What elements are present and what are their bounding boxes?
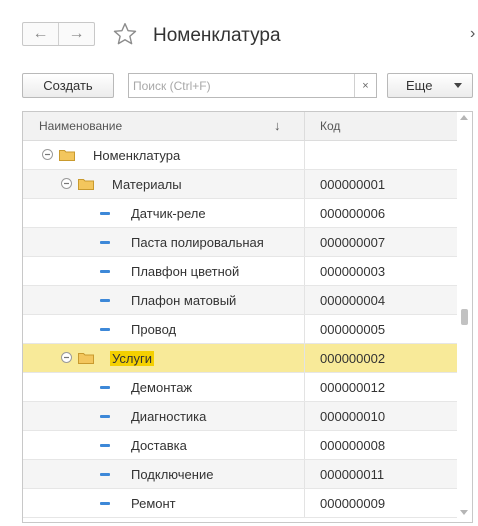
caret-down-icon	[454, 83, 462, 88]
column-divider	[304, 199, 305, 227]
arrow-left-icon: ←	[32, 25, 49, 42]
folder-icon	[78, 179, 94, 190]
item-icon	[100, 502, 110, 505]
more-actions-label: Еще	[406, 78, 433, 93]
close-icon: ×	[362, 79, 369, 92]
row-name: Подключение	[131, 467, 214, 482]
column-header-name[interactable]: Наименование	[39, 119, 122, 133]
item-icon	[100, 415, 110, 418]
folder-icon	[59, 150, 75, 161]
create-button[interactable]: Создать	[22, 73, 114, 98]
row-name: Демонтаж	[131, 380, 193, 395]
row-name: Датчик-реле	[131, 206, 206, 221]
table-row[interactable]: Провод 000000005	[23, 315, 457, 344]
item-icon	[100, 241, 110, 244]
row-code: 000000003	[320, 264, 386, 279]
collapse-icon[interactable]	[60, 177, 73, 190]
item-icon	[100, 270, 110, 273]
row-code: 000000011	[320, 467, 385, 482]
row-code: 000000006	[320, 206, 386, 221]
search-input[interactable]	[129, 74, 359, 97]
column-divider	[304, 141, 305, 169]
forward-button[interactable]: →	[58, 23, 94, 45]
column-divider	[304, 257, 305, 285]
column-divider	[304, 315, 305, 343]
collapse-icon[interactable]	[60, 351, 73, 364]
table-row[interactable]: Демонтаж 000000012	[23, 373, 457, 402]
row-code: 000000012	[320, 380, 386, 395]
row-name: Паста полировальная	[131, 235, 264, 250]
column-divider	[304, 286, 305, 314]
table-row[interactable]: Доставка 000000008	[23, 431, 457, 460]
table-row[interactable]: Диагностика 000000010	[23, 402, 457, 431]
row-name: Услуги	[110, 351, 154, 366]
table-row[interactable]: Паста полировальная 000000007	[23, 228, 457, 257]
column-header-code[interactable]: Код	[320, 119, 340, 133]
column-divider	[304, 373, 305, 401]
row-name: Доставка	[131, 438, 187, 453]
item-icon	[100, 212, 110, 215]
row-code: 000000010	[320, 409, 386, 424]
row-name: Плавфон цветной	[131, 264, 240, 279]
navigation-buttons: ← →	[22, 22, 95, 46]
column-divider	[304, 431, 305, 459]
item-icon	[100, 328, 110, 331]
column-divider	[304, 344, 305, 372]
row-name: Материалы	[112, 177, 182, 192]
collapse-icon[interactable]	[41, 148, 54, 161]
table-row[interactable]: Датчик-реле 000000006	[23, 199, 457, 228]
table-row[interactable]: Плавфон цветной 000000003	[23, 257, 457, 286]
item-icon	[100, 386, 110, 389]
row-name: Диагностика	[131, 409, 207, 424]
group-row[interactable]: Услуги 000000002	[23, 344, 457, 373]
group-row[interactable]: Материалы 000000001	[23, 170, 457, 199]
row-name: Провод	[131, 322, 177, 337]
row-code: 000000002	[320, 351, 386, 366]
create-button-label: Создать	[43, 78, 93, 93]
row-code: 000000004	[320, 293, 386, 308]
vertical-scrollbar[interactable]	[457, 112, 472, 522]
item-icon	[100, 299, 110, 302]
back-button[interactable]: ←	[23, 23, 58, 45]
column-divider	[304, 489, 305, 517]
clear-search-button[interactable]: ×	[354, 74, 376, 97]
column-divider[interactable]	[304, 112, 305, 140]
page-title: Номенклатура	[153, 25, 281, 46]
scrollbar-thumb[interactable]	[461, 309, 468, 325]
row-code: 000000005	[320, 322, 386, 337]
row-code: 000000001	[320, 177, 386, 192]
nomenclature-table: Наименование ↓ Код Номенклатура Материалы…	[22, 111, 473, 523]
sort-descending-icon[interactable]: ↓	[274, 118, 281, 133]
arrow-right-icon: →	[68, 25, 85, 42]
table-body: Номенклатура Материалы 000000001 Датчик-рел…	[23, 141, 457, 518]
column-divider	[304, 460, 305, 488]
row-code: 000000009	[320, 496, 386, 511]
row-name: Ремонт	[131, 496, 176, 511]
star-icon[interactable]	[112, 21, 138, 47]
scroll-down-icon[interactable]	[460, 510, 468, 515]
column-divider	[304, 402, 305, 430]
row-code: 000000008	[320, 438, 386, 453]
item-icon	[100, 444, 110, 447]
item-icon	[100, 473, 110, 476]
chevron-right-icon[interactable]: ›	[470, 25, 475, 43]
row-name: Номенклатура	[93, 148, 181, 163]
table-header: Наименование ↓ Код	[23, 112, 457, 141]
row-code: 000000007	[320, 235, 386, 250]
row-name: Плафон матовый	[131, 293, 237, 308]
table-row[interactable]: Ремонт 000000009	[23, 489, 457, 518]
folder-icon	[78, 353, 94, 364]
group-row[interactable]: Номенклатура	[23, 141, 457, 170]
column-divider	[304, 170, 305, 198]
table-row[interactable]: Подключение 000000011	[23, 460, 457, 489]
column-divider	[304, 228, 305, 256]
more-actions-button[interactable]: Еще	[387, 73, 473, 98]
scroll-up-icon[interactable]	[460, 115, 468, 120]
search-box: ×	[128, 73, 377, 98]
table-row[interactable]: Плафон матовый 000000004	[23, 286, 457, 315]
